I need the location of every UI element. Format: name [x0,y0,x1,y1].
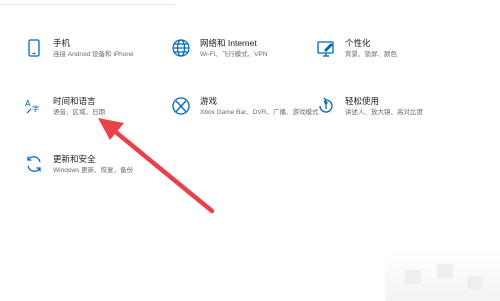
tile-title: 个性化 [345,38,371,48]
time-language-icon: A 字 [24,96,44,116]
settings-tile-update-security[interactable]: 更新和安全 Windows 更新、恢复、备份 [24,154,164,188]
tile-description: 背景、锁屏、颜色 [345,51,397,58]
update-icon [24,154,44,174]
tile-description: 连接 Android 设备和 iPhone [53,51,134,58]
ease-of-access-icon [316,96,336,116]
tile-title: 更新和安全 [53,154,96,164]
tile-title: 游戏 [200,96,218,106]
globe-icon [171,38,191,58]
tile-description: 语音、区域、日期 [53,109,105,116]
tile-description: 讲述人、放大镜、高对比度 [345,109,423,116]
tile-title: 轻松使用 [345,96,380,106]
settings-tile-gaming[interactable]: 游戏 Xbox Game Bar、DVR、广播、游戏模式 [171,96,318,130]
xbox-icon [171,96,191,116]
settings-tile-ease-of-access[interactable]: 轻松使用 讲述人、放大镜、高对比度 [316,96,456,130]
tile-description: Xbox Game Bar、DVR、广播、游戏模式 [200,109,319,116]
settings-tile-network[interactable]: 网络和 Internet Wi-Fi、飞行模式、VPN [171,38,311,72]
svg-text:A: A [25,99,31,108]
settings-tile-phone[interactable]: 手机 连接 Android 设备和 iPhone [24,38,164,72]
tile-description: Windows 更新、恢复、备份 [53,167,134,174]
tile-title: 手机 [53,38,71,48]
settings-tile-time-language[interactable]: A 字 时间和语言 语音、区域、日期 [24,96,164,130]
blurred-corner [385,250,500,301]
settings-tile-personalization[interactable]: 个性化 背景、锁屏、颜色 [316,38,456,72]
svg-text:字: 字 [32,104,39,113]
tile-description: Wi-Fi、飞行模式、VPN [200,51,268,58]
header-divider [0,4,175,5]
phone-icon [24,38,44,58]
tile-title: 网络和 Internet [200,38,257,48]
tile-title: 时间和语言 [53,96,96,106]
personalization-icon [316,38,336,58]
